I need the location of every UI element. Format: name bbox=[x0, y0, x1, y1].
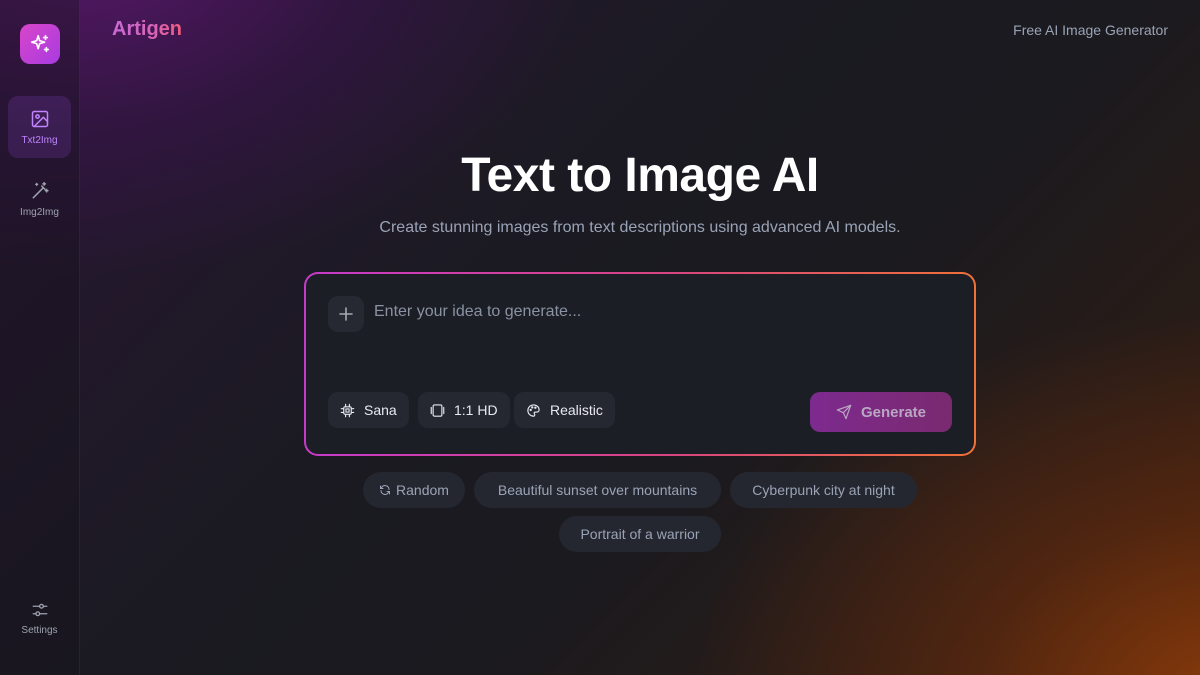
app-logo[interactable] bbox=[20, 24, 60, 64]
sparkles-icon bbox=[30, 34, 50, 53]
size-label: 1:1 HD bbox=[454, 402, 498, 418]
settings-label: Settings bbox=[21, 624, 58, 636]
frame-icon bbox=[430, 403, 445, 417]
page-subtitle: Create stunning images from text descrip… bbox=[379, 219, 901, 236]
sliders-icon bbox=[32, 603, 47, 616]
prompt-input[interactable] bbox=[374, 298, 944, 326]
sidebar-item-img2img[interactable]: Img2Img bbox=[8, 168, 71, 230]
random-prompt-button[interactable]: Random bbox=[363, 472, 465, 508]
generate-label: Generate bbox=[860, 403, 927, 421]
brand-name[interactable]: Artigen bbox=[112, 18, 182, 41]
magic-wand-icon bbox=[32, 181, 49, 198]
sidebar-item-txt2img[interactable]: Txt2Img bbox=[8, 96, 71, 158]
cpu-icon bbox=[340, 403, 355, 417]
model-label: Sana bbox=[364, 402, 397, 418]
plus-icon bbox=[339, 307, 353, 321]
prompt-card: Sana 1:1 HD Realistic Generate bbox=[304, 272, 976, 456]
refresh-icon bbox=[380, 485, 391, 495]
size-selector[interactable]: 1:1 HD bbox=[418, 392, 510, 428]
sidebar-item-settings[interactable]: Settings bbox=[8, 590, 71, 646]
random-label: Random bbox=[396, 482, 449, 498]
generate-button[interactable]: Generate bbox=[810, 392, 952, 432]
suggestion-chip[interactable]: Cyberpunk city at night bbox=[730, 472, 917, 508]
send-icon bbox=[836, 404, 852, 420]
model-selector[interactable]: Sana bbox=[328, 392, 409, 428]
page-title: Text to Image AI bbox=[461, 149, 819, 202]
palette-icon bbox=[527, 403, 540, 417]
add-attachment-button[interactable] bbox=[328, 296, 364, 332]
image-icon bbox=[31, 110, 48, 127]
sidebar-item-label: Txt2Img bbox=[21, 134, 58, 146]
style-label: Realistic bbox=[550, 402, 603, 418]
prompt-card-inner: Sana 1:1 HD Realistic Generate bbox=[306, 274, 974, 454]
style-selector[interactable]: Realistic bbox=[514, 392, 615, 428]
sidebar-item-label: Img2Img bbox=[20, 206, 59, 218]
suggestion-chip[interactable]: Beautiful sunset over mountains bbox=[474, 472, 721, 508]
sidebar: Txt2Img Img2Img Settings bbox=[0, 0, 80, 675]
suggestion-chip[interactable]: Portrait of a warrior bbox=[559, 516, 721, 552]
header-tagline: Free AI Image Generator bbox=[1013, 22, 1168, 38]
